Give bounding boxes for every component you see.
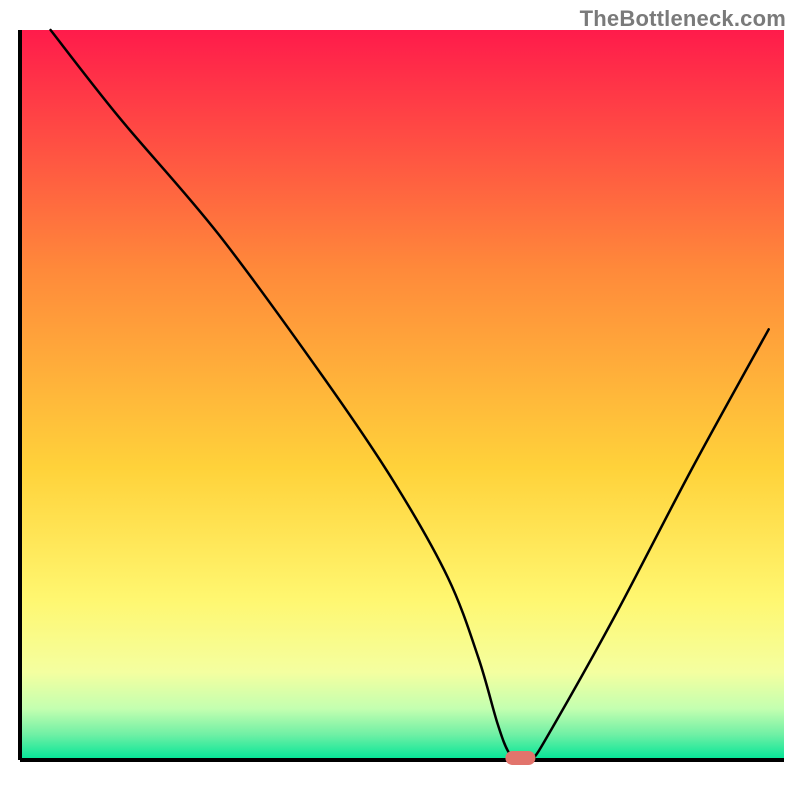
plot-background: [20, 30, 784, 760]
bottleneck-chart: [0, 0, 800, 800]
optimal-marker: [505, 751, 535, 765]
chart-container: TheBottleneck.com: [0, 0, 800, 800]
